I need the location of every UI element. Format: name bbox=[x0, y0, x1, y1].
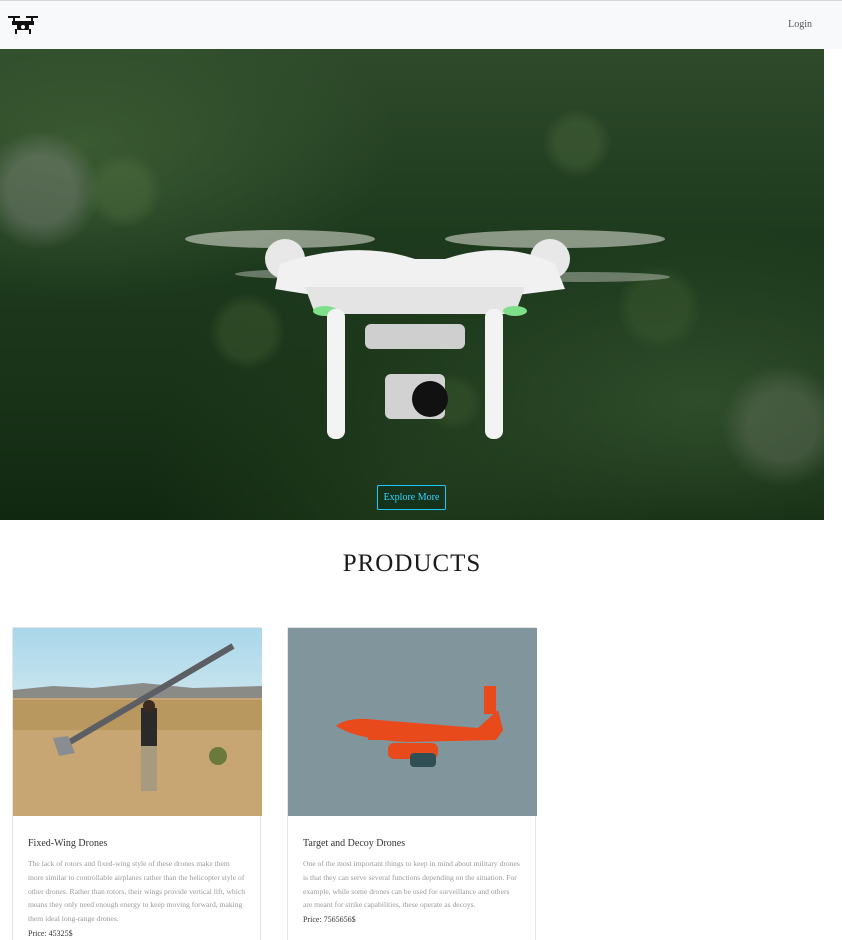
product-card[interactable]: Fixed-Wing Drones The lack of rotors and… bbox=[12, 627, 262, 940]
products-heading: PRODUCTS bbox=[342, 550, 482, 577]
product-image bbox=[13, 628, 262, 816]
product-description: One of the most important things to keep… bbox=[303, 859, 520, 910]
login-link[interactable]: Login bbox=[788, 19, 812, 30]
hero-banner: Explore More bbox=[0, 49, 824, 520]
product-price: Price: 7565656$ bbox=[303, 915, 356, 925]
product-title: Fixed-Wing Drones bbox=[28, 838, 108, 849]
navbar: Login bbox=[0, 0, 842, 49]
quadcopter-image bbox=[185, 230, 670, 439]
product-image bbox=[288, 628, 537, 816]
product-price: Price: 45325$ bbox=[28, 928, 73, 938]
product-description: The lack of rotors and fixed-wing style … bbox=[28, 859, 245, 924]
explore-more-button[interactable]: Explore More bbox=[377, 485, 446, 510]
drone-icon[interactable] bbox=[7, 14, 39, 36]
product-title: Target and Decoy Drones bbox=[303, 838, 406, 849]
product-card[interactable]: Target and Decoy Drones One of the most … bbox=[287, 627, 537, 940]
